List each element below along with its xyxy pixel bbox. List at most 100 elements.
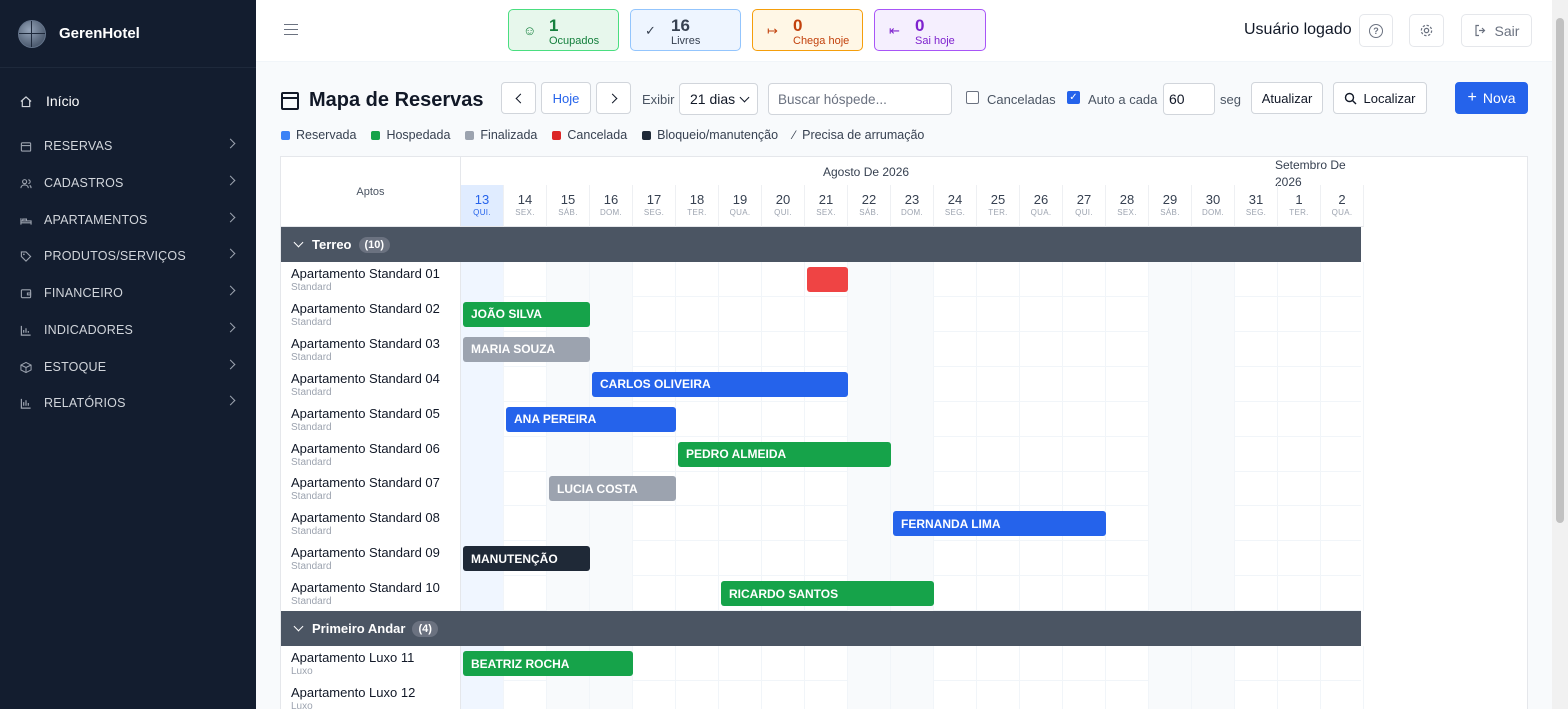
day-cell[interactable]: [1235, 471, 1278, 507]
day-cell[interactable]: [1020, 680, 1063, 709]
day-cell[interactable]: [1106, 680, 1149, 709]
day-cell[interactable]: [977, 366, 1020, 402]
day-cell[interactable]: [1149, 646, 1192, 681]
day-cell[interactable]: [676, 541, 719, 577]
reservation-bar[interactable]: LUCIA COSTA: [549, 476, 676, 502]
day-cell[interactable]: [1278, 401, 1321, 437]
day-cell[interactable]: [848, 366, 891, 402]
settings-button[interactable]: [1409, 14, 1444, 47]
stat-card-ocupados[interactable]: ☺ 1 Ocupados: [508, 9, 619, 51]
day-cell[interactable]: [805, 506, 848, 542]
today-button[interactable]: Hoje: [541, 82, 591, 114]
day-cell[interactable]: [977, 331, 1020, 367]
day-cell[interactable]: [1192, 541, 1235, 577]
day-cell[interactable]: [1321, 401, 1364, 437]
day-cell[interactable]: [461, 401, 504, 437]
day-cell[interactable]: [1192, 646, 1235, 681]
day-cell[interactable]: [1106, 506, 1149, 542]
day-cell[interactable]: [633, 506, 676, 542]
day-cell[interactable]: [590, 506, 633, 542]
day-cell[interactable]: [1321, 471, 1364, 507]
day-cell[interactable]: [1235, 646, 1278, 681]
day-cell[interactable]: [504, 576, 547, 612]
day-cell[interactable]: [934, 436, 977, 472]
stat-card-livres[interactable]: ✓ 16 Livres: [630, 9, 741, 51]
day-cell[interactable]: [1106, 296, 1149, 332]
day-cell[interactable]: [676, 576, 719, 612]
room-label[interactable]: Apartamento Standard 05 Standard: [281, 401, 461, 437]
day-cell[interactable]: [1063, 401, 1106, 437]
help-button[interactable]: ?: [1359, 14, 1393, 47]
day-cell[interactable]: [977, 401, 1020, 437]
stat-card-sai-hoje[interactable]: ⇤ 0 Sai hoje: [874, 9, 986, 51]
day-cell[interactable]: [1149, 436, 1192, 472]
reservation-bar[interactable]: [807, 267, 848, 292]
sidebar-item-estoque[interactable]: ESTOQUE: [0, 355, 256, 379]
day-cell[interactable]: [1020, 331, 1063, 367]
day-cell[interactable]: [1192, 331, 1235, 367]
day-cell[interactable]: [1149, 366, 1192, 402]
day-cell[interactable]: [1235, 296, 1278, 332]
day-cell[interactable]: [1321, 436, 1364, 472]
sidebar-item-home[interactable]: Início: [0, 88, 256, 114]
day-cell[interactable]: [719, 506, 762, 542]
day-cell[interactable]: [762, 262, 805, 297]
reservation-bar[interactable]: JOÃO SILVA: [463, 301, 590, 327]
day-cell[interactable]: [1063, 262, 1106, 297]
day-cell[interactable]: [1106, 541, 1149, 577]
day-cell[interactable]: [1063, 366, 1106, 402]
reservation-bar[interactable]: PEDRO ALMEIDA: [678, 441, 891, 467]
day-cell[interactable]: [1321, 541, 1364, 577]
day-cell[interactable]: [1235, 262, 1278, 297]
locate-button[interactable]: Localizar: [1333, 82, 1427, 114]
day-cell[interactable]: [547, 366, 590, 402]
day-cell[interactable]: [1063, 680, 1106, 709]
day-cell[interactable]: [1235, 331, 1278, 367]
day-cell[interactable]: [633, 646, 676, 681]
day-cell[interactable]: [1278, 262, 1321, 297]
room-label[interactable]: Apartamento Standard 06 Standard: [281, 436, 461, 472]
day-cell[interactable]: [848, 331, 891, 367]
sidebar-item-apartamentos[interactable]: APARTAMENTOS: [0, 208, 256, 232]
room-label[interactable]: Apartamento Standard 10 Standard: [281, 576, 461, 612]
day-cell[interactable]: [633, 436, 676, 472]
day-cell[interactable]: [891, 471, 934, 507]
day-cell[interactable]: [1321, 646, 1364, 681]
day-cell[interactable]: [1020, 541, 1063, 577]
day-cell[interactable]: [848, 262, 891, 297]
day-cell[interactable]: [676, 401, 719, 437]
day-cell[interactable]: [934, 576, 977, 612]
day-cell[interactable]: [590, 262, 633, 297]
day-cell[interactable]: [676, 262, 719, 297]
day-cell[interactable]: [719, 646, 762, 681]
day-cell[interactable]: [1020, 646, 1063, 681]
day-cell[interactable]: [977, 471, 1020, 507]
day-cell[interactable]: [590, 331, 633, 367]
day-cell[interactable]: [1192, 436, 1235, 472]
day-cell[interactable]: [590, 436, 633, 472]
day-cell[interactable]: [1063, 296, 1106, 332]
day-cell[interactable]: [1106, 331, 1149, 367]
day-cell[interactable]: [1149, 680, 1192, 709]
day-cell[interactable]: [1020, 576, 1063, 612]
day-cell[interactable]: [762, 401, 805, 437]
day-cell[interactable]: [1192, 506, 1235, 542]
day-cell[interactable]: [1321, 576, 1364, 612]
day-cell[interactable]: [1063, 471, 1106, 507]
day-cell[interactable]: [719, 262, 762, 297]
day-cell[interactable]: [590, 296, 633, 332]
reservation-bar[interactable]: CARLOS OLIVEIRA: [592, 371, 848, 397]
day-cell[interactable]: [676, 296, 719, 332]
day-cell[interactable]: [633, 576, 676, 612]
day-cell[interactable]: [891, 436, 934, 472]
refresh-button[interactable]: Atualizar: [1251, 82, 1323, 114]
day-cell[interactable]: [676, 331, 719, 367]
day-cell[interactable]: [1106, 471, 1149, 507]
day-cell[interactable]: [1278, 471, 1321, 507]
day-cell[interactable]: [762, 646, 805, 681]
auto-refresh-checkbox[interactable]: ✓: [1067, 91, 1080, 104]
day-cell[interactable]: [1149, 576, 1192, 612]
day-cell[interactable]: [719, 471, 762, 507]
day-cell[interactable]: [1321, 262, 1364, 297]
day-cell[interactable]: [977, 262, 1020, 297]
